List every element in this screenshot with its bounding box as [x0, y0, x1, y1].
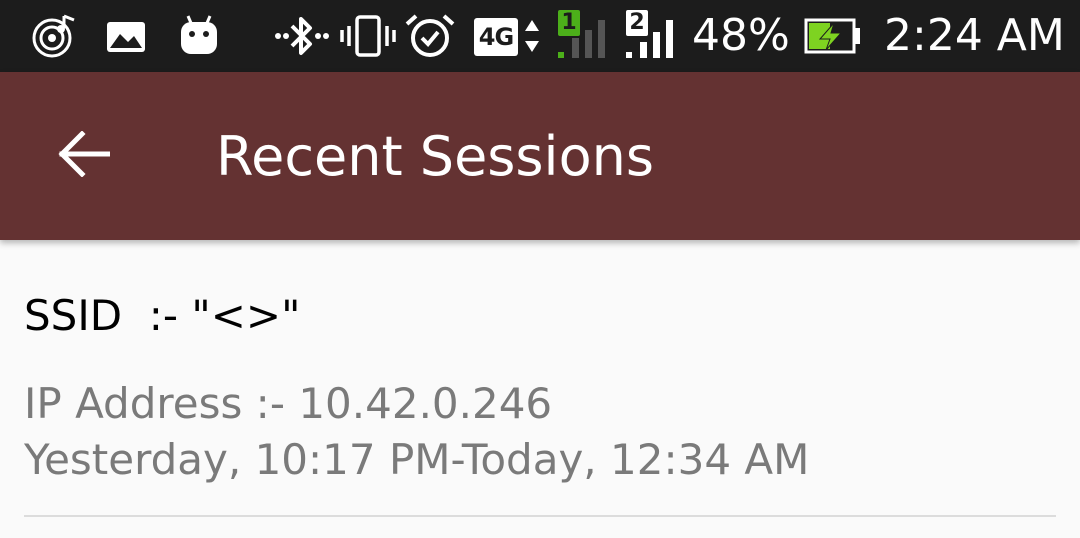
signal-sim2-icon — [624, 14, 680, 58]
bluetooth-icon — [270, 14, 334, 58]
arrow-left-icon — [58, 130, 111, 181]
android-icon — [178, 14, 220, 58]
page-title: Recent Sessions — [216, 125, 654, 188]
music-icon — [30, 14, 78, 58]
data-arrows-icon — [522, 14, 542, 58]
battery-charging-icon — [804, 14, 862, 58]
status-time: 2:24 AM — [884, 10, 1065, 61]
session-list: SSID :- "<>" IP Address :- 10.42.0.246 Y… — [0, 240, 1080, 538]
session-time-range: Yesterday, 10:17 PM-Today, 12:34 AM — [24, 435, 810, 484]
network-type-badge: 4G — [474, 18, 518, 56]
app-bar: Recent Sessions — [0, 72, 1080, 240]
divider — [24, 515, 1056, 517]
back-button[interactable] — [36, 108, 132, 204]
battery-percent: 48% — [692, 10, 790, 61]
alarm-icon — [404, 14, 456, 58]
list-item[interactable]: SSID :- "<>" IP Address :- 10.42.0.246 Y… — [0, 240, 1080, 518]
session-ssid: SSID :- "<>" — [24, 291, 301, 340]
vibrate-icon — [338, 14, 398, 58]
status-bar: 4G 1 2 48% 2:24 AM — [0, 0, 1080, 72]
image-icon — [106, 14, 146, 58]
session-ip-address: IP Address :- 10.42.0.246 — [24, 379, 553, 428]
signal-sim1-icon — [556, 14, 610, 58]
